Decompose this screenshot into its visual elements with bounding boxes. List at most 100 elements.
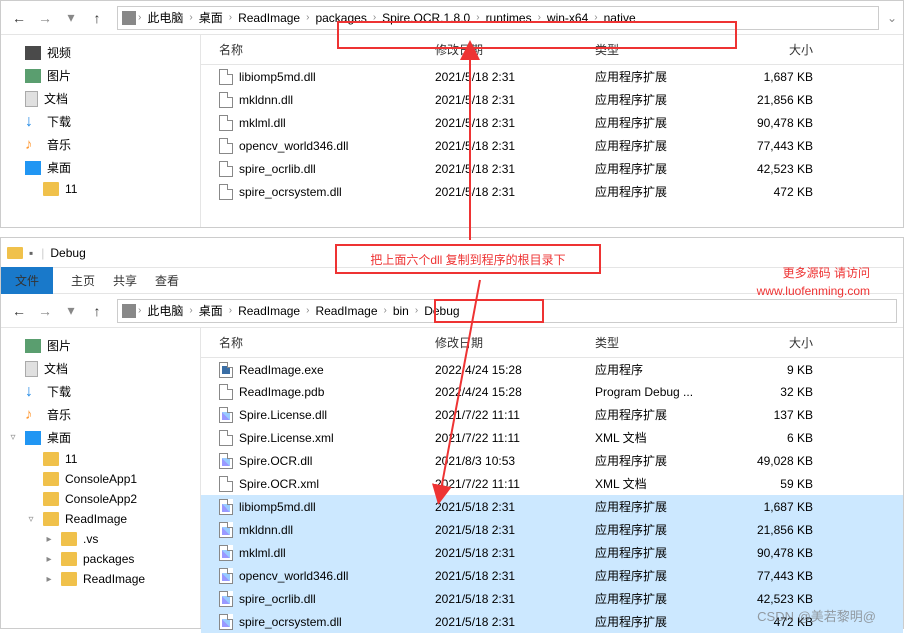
breadcrumb-segment[interactable]: bin [389,302,413,320]
tree-item-label: 11 [65,452,77,466]
chevron-right-icon: › [229,305,232,316]
expand-icon[interactable]: ▸ [43,534,55,545]
tree-item[interactable]: ▸ ReadImage [1,569,200,589]
tree-item[interactable]: 桌面 [1,156,200,179]
pc-icon [122,11,136,25]
file-row[interactable]: libiomp5md.dll2021/5/18 2:31应用程序扩展1,687 … [201,495,903,518]
file-type: 应用程序扩展 [595,406,735,423]
nav-buttons: ← → ▾ ↑ [7,6,109,30]
tree-item-label: ConsoleApp1 [65,472,137,486]
tree-item[interactable]: 11 [1,449,200,469]
breadcrumb-segment[interactable]: 此电脑 [143,7,187,28]
file-icon [219,161,233,177]
expand-icon[interactable]: ▸ [43,554,55,565]
col-size[interactable]: 大小 [735,334,825,351]
tree-item[interactable]: 视频 [1,41,200,64]
address-dropdown-icon[interactable]: ⌄ [887,11,897,25]
breadcrumb-segment[interactable]: 桌面 [195,300,227,321]
file-row[interactable]: mkldnn.dll2021/5/18 2:31应用程序扩展21,856 KB [201,518,903,541]
up-button[interactable]: ↑ [85,6,109,30]
tree-item[interactable]: ♪音乐 [1,133,200,156]
tree-item[interactable]: ↓下载 [1,380,200,403]
tree-item[interactable]: ↓下载 [1,110,200,133]
tree-item[interactable]: 文档 [1,357,200,380]
tab-home[interactable]: 主页 [71,272,95,289]
file-icon [219,430,233,446]
music-icon: ♪ [25,408,41,422]
file-row[interactable]: Spire.OCR.xml2021/7/22 11:11XML 文档59 KB [201,472,903,495]
col-type[interactable]: 类型 [595,334,735,351]
file-row[interactable]: ReadImage.exe2022/4/24 15:28应用程序9 KB [201,358,903,381]
annotation-instruction: 把上面六个dll 复制到程序的根目录下 [335,244,601,274]
doc-icon [25,91,38,107]
tree-item[interactable]: 图片 [1,64,200,87]
file-list: ReadImage.exe2022/4/24 15:28应用程序9 KBRead… [201,358,903,633]
tab-view[interactable]: 查看 [155,272,179,289]
tree-item[interactable]: 图片 [1,334,200,357]
breadcrumb-segment[interactable]: 此电脑 [143,300,187,321]
recent-button[interactable]: ▾ [59,6,83,30]
col-date[interactable]: 修改日期 [435,334,595,351]
file-size: 90,478 KB [735,116,825,130]
tab-file[interactable]: 文件 [1,267,53,294]
breadcrumb-segment[interactable]: ReadImage [311,302,381,320]
annotation-instruction-text: 把上面六个dll 复制到程序的根目录下 [370,251,565,268]
nav-tree[interactable]: 图片文档↓下载♪音乐▿桌面11ConsoleApp1ConsoleApp2▿Re… [1,328,201,628]
tree-item[interactable]: 11 [1,179,200,199]
tree-item-label: 文档 [44,360,68,377]
file-name: mklml.dll [239,116,286,130]
file-name: mkldnn.dll [239,93,293,107]
expand-icon[interactable]: ▿ [7,432,19,443]
dl-icon: ↓ [25,115,41,129]
file-name: ReadImage.exe [239,363,324,377]
file-row[interactable]: opencv_world346.dll2021/5/18 2:31应用程序扩展7… [201,134,903,157]
tab-share[interactable]: 共享 [113,272,137,289]
tree-item[interactable]: 文档 [1,87,200,110]
back-button[interactable]: ← [7,6,31,30]
tree-item[interactable]: ▿桌面 [1,426,200,449]
file-row[interactable]: mkldnn.dll2021/5/18 2:31应用程序扩展21,856 KB [201,88,903,111]
tree-item-label: ReadImage [83,572,145,586]
file-date: 2021/7/22 11:11 [435,408,595,422]
file-row[interactable]: Spire.License.dll2021/7/22 11:11应用程序扩展13… [201,403,903,426]
col-name[interactable]: 名称 [205,334,435,351]
file-row[interactable]: mklml.dll2021/5/18 2:31应用程序扩展90,478 KB [201,541,903,564]
column-headers[interactable]: 名称 修改日期 类型 大小 [201,328,903,358]
tree-item[interactable]: ♪音乐 [1,403,200,426]
file-size: 6 KB [735,431,825,445]
up-button[interactable]: ↑ [85,299,109,323]
folder-icon [43,512,59,526]
tree-item[interactable]: ▸packages [1,549,200,569]
file-row[interactable]: spire_ocrlib.dll2021/5/18 2:31应用程序扩展42,5… [201,157,903,180]
file-row[interactable]: mklml.dll2021/5/18 2:31应用程序扩展90,478 KB [201,111,903,134]
quick-access-icon[interactable]: ▪ [29,246,33,260]
file-row[interactable]: Spire.OCR.dll2021/8/3 10:53应用程序扩展49,028 … [201,449,903,472]
file-row[interactable]: libiomp5md.dll2021/5/18 2:31应用程序扩展1,687 … [201,65,903,88]
tree-item[interactable]: ConsoleApp2 [1,489,200,509]
promo-text: 更多源码 请访问 www.luofenming.com [757,264,870,300]
nav-buttons: ← → ▾ ↑ [7,299,109,323]
file-type: 应用程序扩展 [595,498,735,515]
tree-item-label: 视频 [47,44,71,61]
file-row[interactable]: spire_ocrsystem.dll2021/5/18 2:31应用程序扩展4… [201,180,903,203]
expand-icon[interactable]: ▸ [43,574,55,585]
file-row[interactable]: Spire.License.xml2021/7/22 11:11XML 文档6 … [201,426,903,449]
forward-button[interactable]: → [33,6,57,30]
forward-button[interactable]: → [33,299,57,323]
col-size[interactable]: 大小 [735,41,825,58]
breadcrumb-segment[interactable]: ReadImage [234,302,304,320]
breadcrumb-segment[interactable]: ReadImage [234,9,304,27]
file-row[interactable]: ReadImage.pdb2022/4/24 15:28Program Debu… [201,381,903,403]
tree-item[interactable]: ▸.vs [1,529,200,549]
file-date: 2021/5/18 2:31 [435,592,595,606]
back-button[interactable]: ← [7,299,31,323]
expand-icon[interactable]: ▿ [25,514,37,525]
breadcrumb-segment[interactable]: 桌面 [195,7,227,28]
tree-item[interactable]: ConsoleApp1 [1,469,200,489]
file-icon [219,92,233,108]
recent-button[interactable]: ▾ [59,299,83,323]
file-name: Spire.OCR.xml [239,477,319,491]
nav-tree[interactable]: 视频图片文档↓下载♪音乐桌面11 [1,35,201,227]
file-row[interactable]: opencv_world346.dll2021/5/18 2:31应用程序扩展7… [201,564,903,587]
tree-item[interactable]: ▿ReadImage [1,509,200,529]
